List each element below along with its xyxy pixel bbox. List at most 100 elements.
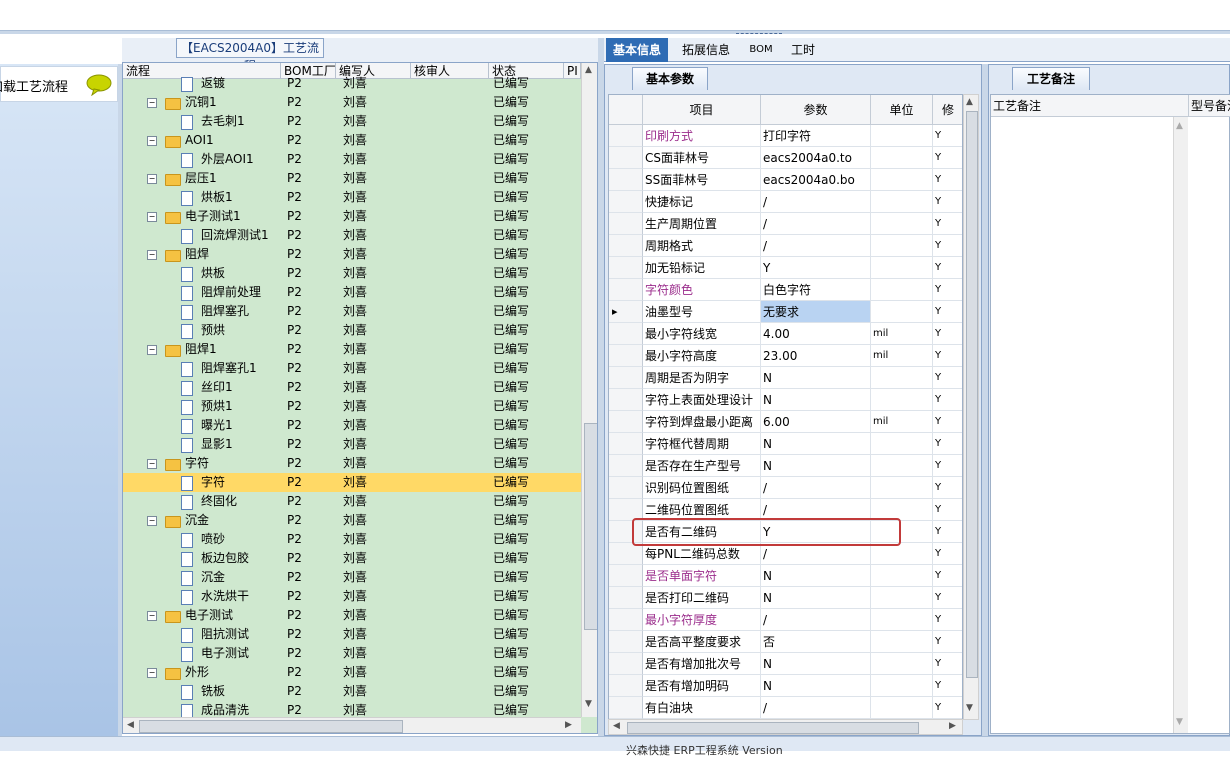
remark-header-process[interactable]: 工艺备注 (991, 95, 1189, 117)
row-header[interactable] (609, 191, 643, 213)
tree-row[interactable]: 字符 P2 刘喜 已编写 (123, 473, 581, 492)
row-header[interactable] (609, 257, 643, 279)
param-row[interactable]: ▸ 油墨型号 无要求 Y (609, 301, 962, 323)
param-row[interactable]: 印刷方式 打印字符 Y (609, 125, 962, 147)
grid-horizontal-scrollbar[interactable]: ◀ ▶ (608, 719, 963, 735)
param-unit-cell[interactable]: mil (871, 323, 933, 345)
param-unit-cell[interactable] (871, 169, 933, 191)
param-modify-cell[interactable]: Y (933, 609, 962, 631)
row-header[interactable] (609, 675, 643, 697)
param-modify-cell[interactable]: Y (933, 477, 962, 499)
remark-scroll-up[interactable]: ▲ (1176, 121, 1183, 131)
scroll-down-arrow[interactable]: ▼ (585, 699, 592, 709)
tree-row[interactable]: 阻焊塞孔 P2 刘喜 已编写 (123, 302, 581, 321)
row-header[interactable] (609, 147, 643, 169)
param-value-cell[interactable]: / (761, 697, 871, 719)
tree-vertical-scrollbar[interactable]: ▲ ▼ (581, 63, 597, 717)
param-modify-cell[interactable]: Y (933, 301, 962, 323)
tree-row[interactable]: 外层AOI1 P2 刘喜 已编写 (123, 150, 581, 169)
collapse-toggle-icon[interactable]: − (147, 174, 157, 184)
param-unit-cell[interactable] (871, 565, 933, 587)
param-unit-cell[interactable] (871, 147, 933, 169)
param-modify-cell[interactable]: Y (933, 323, 962, 345)
param-value-cell[interactable]: N (761, 653, 871, 675)
tab-bom[interactable]: BOM (744, 38, 778, 62)
param-row[interactable]: 是否有增加批次号 N Y (609, 653, 962, 675)
row-header[interactable] (609, 433, 643, 455)
param-unit-cell[interactable]: mil (871, 345, 933, 367)
param-unit-cell[interactable] (871, 543, 933, 565)
param-value-cell[interactable]: 白色字符 (761, 279, 871, 301)
row-header[interactable] (609, 653, 643, 675)
row-header[interactable] (609, 323, 643, 345)
param-value-cell[interactable]: 6.00 (761, 411, 871, 433)
row-header[interactable] (609, 697, 643, 719)
param-modify-cell[interactable]: Y (933, 367, 962, 389)
row-header[interactable] (609, 235, 643, 257)
tree-row[interactable]: 去毛刺1 P2 刘喜 已编写 (123, 112, 581, 131)
param-unit-cell[interactable] (871, 433, 933, 455)
row-header[interactable]: ▸ (609, 301, 643, 323)
param-value-cell[interactable]: N (761, 389, 871, 411)
scroll-thumb[interactable] (584, 423, 597, 630)
param-modify-cell[interactable]: Y (933, 411, 962, 433)
param-value-cell[interactable]: / (761, 191, 871, 213)
param-row[interactable]: 是否存在生产型号 N Y (609, 455, 962, 477)
param-row[interactable]: 最小字符线宽 4.00 mil Y (609, 323, 962, 345)
row-header[interactable] (609, 279, 643, 301)
row-header[interactable] (609, 587, 643, 609)
tree-row[interactable]: 沉金 P2 刘喜 已编写 (123, 568, 581, 587)
param-row[interactable]: 最小字符高度 23.00 mil Y (609, 345, 962, 367)
row-header[interactable] (609, 169, 643, 191)
param-value-cell[interactable]: eacs2004a0.bo (761, 169, 871, 191)
grid-header-item[interactable]: 项目 (643, 95, 761, 125)
param-row[interactable]: 生产周期位置 / Y (609, 213, 962, 235)
row-header[interactable] (609, 389, 643, 411)
param-modify-cell[interactable]: Y (933, 169, 962, 191)
param-row[interactable]: 是否打印二维码 N Y (609, 587, 962, 609)
param-value-cell[interactable]: / (761, 609, 871, 631)
param-modify-cell[interactable]: Y (933, 697, 962, 719)
param-unit-cell[interactable] (871, 653, 933, 675)
param-modify-cell[interactable]: Y (933, 631, 962, 653)
param-row[interactable]: 加无铅标记 Y Y (609, 257, 962, 279)
tree-row[interactable]: − 层压1 P2 刘喜 已编写 (123, 169, 581, 188)
row-header[interactable] (609, 367, 643, 389)
param-modify-cell[interactable]: Y (933, 389, 962, 411)
row-header[interactable] (609, 631, 643, 653)
subtab-basic-params[interactable]: 基本参数 (632, 67, 708, 90)
tree-row[interactable]: 喷砂 P2 刘喜 已编写 (123, 530, 581, 549)
tab-extended-info[interactable]: 拓展信息 (676, 38, 736, 62)
param-row[interactable]: 字符颜色 白色字符 Y (609, 279, 962, 301)
param-value-cell[interactable]: 4.00 (761, 323, 871, 345)
param-unit-cell[interactable] (871, 675, 933, 697)
tree-row[interactable]: 烘板1 P2 刘喜 已编写 (123, 188, 581, 207)
collapse-toggle-icon[interactable]: − (147, 136, 157, 146)
row-header[interactable] (609, 477, 643, 499)
tree-row[interactable]: 终固化 P2 刘喜 已编写 (123, 492, 581, 511)
param-unit-cell[interactable] (871, 697, 933, 719)
param-row[interactable]: 识别码位置图纸 / Y (609, 477, 962, 499)
param-row[interactable]: 是否高平整度要求否 Y (609, 631, 962, 653)
tree-row[interactable]: 返镀 P2 刘喜 已编写 (123, 74, 581, 93)
param-unit-cell[interactable] (871, 477, 933, 499)
param-row[interactable]: 有白油块 / Y (609, 697, 962, 719)
remark-header-model[interactable]: 型号备注 (1189, 95, 1230, 117)
param-modify-cell[interactable]: Y (933, 521, 962, 543)
collapse-toggle-icon[interactable]: − (147, 611, 157, 621)
row-header[interactable] (609, 411, 643, 433)
row-header[interactable] (609, 543, 643, 565)
grid-header-param[interactable]: 参数 (761, 95, 871, 125)
tree-row[interactable]: 阻焊塞孔1 P2 刘喜 已编写 (123, 359, 581, 378)
param-unit-cell[interactable] (871, 279, 933, 301)
param-modify-cell[interactable]: Y (933, 587, 962, 609)
grid-header-modify[interactable]: 修 (933, 95, 962, 125)
remark-scroll-down[interactable]: ▼ (1176, 717, 1183, 727)
tree-row[interactable]: 回流焊测试1 P2 刘喜 已编写 (123, 226, 581, 245)
param-unit-cell[interactable] (871, 631, 933, 653)
grid-vertical-scrollbar[interactable]: ▲ ▼ (963, 94, 979, 720)
param-modify-cell[interactable]: Y (933, 191, 962, 213)
param-unit-cell[interactable] (871, 191, 933, 213)
tree-row[interactable]: 铣板 P2 刘喜 已编写 (123, 682, 581, 701)
param-row[interactable]: 快捷标记 / Y (609, 191, 962, 213)
